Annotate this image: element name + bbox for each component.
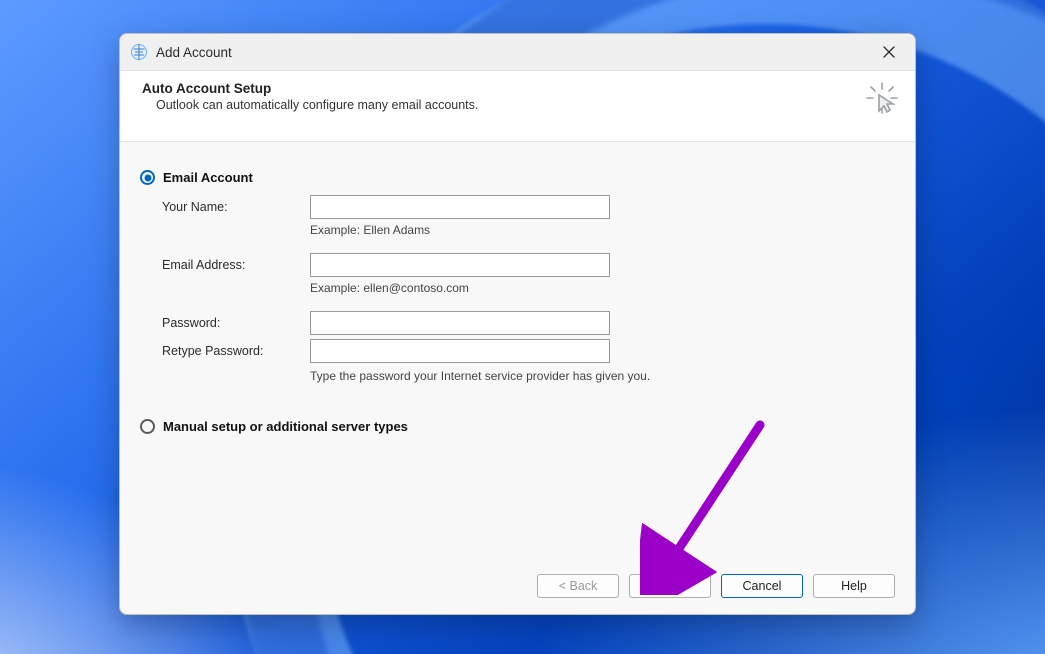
banner-heading: Auto Account Setup <box>142 81 893 96</box>
next-button[interactable]: Next > <box>629 574 711 598</box>
name-input[interactable] <box>310 195 610 219</box>
add-account-dialog: Add Account Auto Account Setup Outlook c… <box>119 33 916 615</box>
app-icon <box>130 43 148 61</box>
wizard-banner: Auto Account Setup Outlook can automatic… <box>120 70 915 142</box>
close-button[interactable] <box>867 34 911 70</box>
help-button[interactable]: Help <box>813 574 895 598</box>
titlebar: Add Account <box>120 34 915 70</box>
retype-password-label: Retype Password: <box>162 344 302 358</box>
option-email-account-label: Email Account <box>163 170 253 185</box>
desktop-wallpaper: Add Account Auto Account Setup Outlook c… <box>0 0 1045 654</box>
cancel-button[interactable]: Cancel <box>721 574 803 598</box>
wizard-content: Email Account Your Name: Example: Ellen … <box>120 142 915 562</box>
radio-selected-icon <box>140 170 155 185</box>
back-button[interactable]: < Back <box>537 574 619 598</box>
retype-password-input[interactable] <box>310 339 610 363</box>
email-input[interactable] <box>310 253 610 277</box>
email-hint: Example: ellen@contoso.com <box>310 281 895 295</box>
banner-subtext: Outlook can automatically configure many… <box>142 98 893 112</box>
password-input[interactable] <box>310 311 610 335</box>
option-manual-setup-label: Manual setup or additional server types <box>163 419 408 434</box>
option-email-account[interactable]: Email Account <box>140 170 895 185</box>
name-hint: Example: Ellen Adams <box>310 223 895 237</box>
close-icon <box>883 46 895 58</box>
cursor-icon <box>865 81 899 118</box>
window-title: Add Account <box>156 45 232 60</box>
name-label: Your Name: <box>162 200 302 214</box>
email-label: Email Address: <box>162 258 302 272</box>
password-hint: Type the password your Internet service … <box>310 369 895 383</box>
wizard-button-bar: < Back Next > Cancel Help <box>120 562 915 614</box>
password-label: Password: <box>162 316 302 330</box>
radio-unselected-icon <box>140 419 155 434</box>
option-manual-setup[interactable]: Manual setup or additional server types <box>140 419 895 434</box>
